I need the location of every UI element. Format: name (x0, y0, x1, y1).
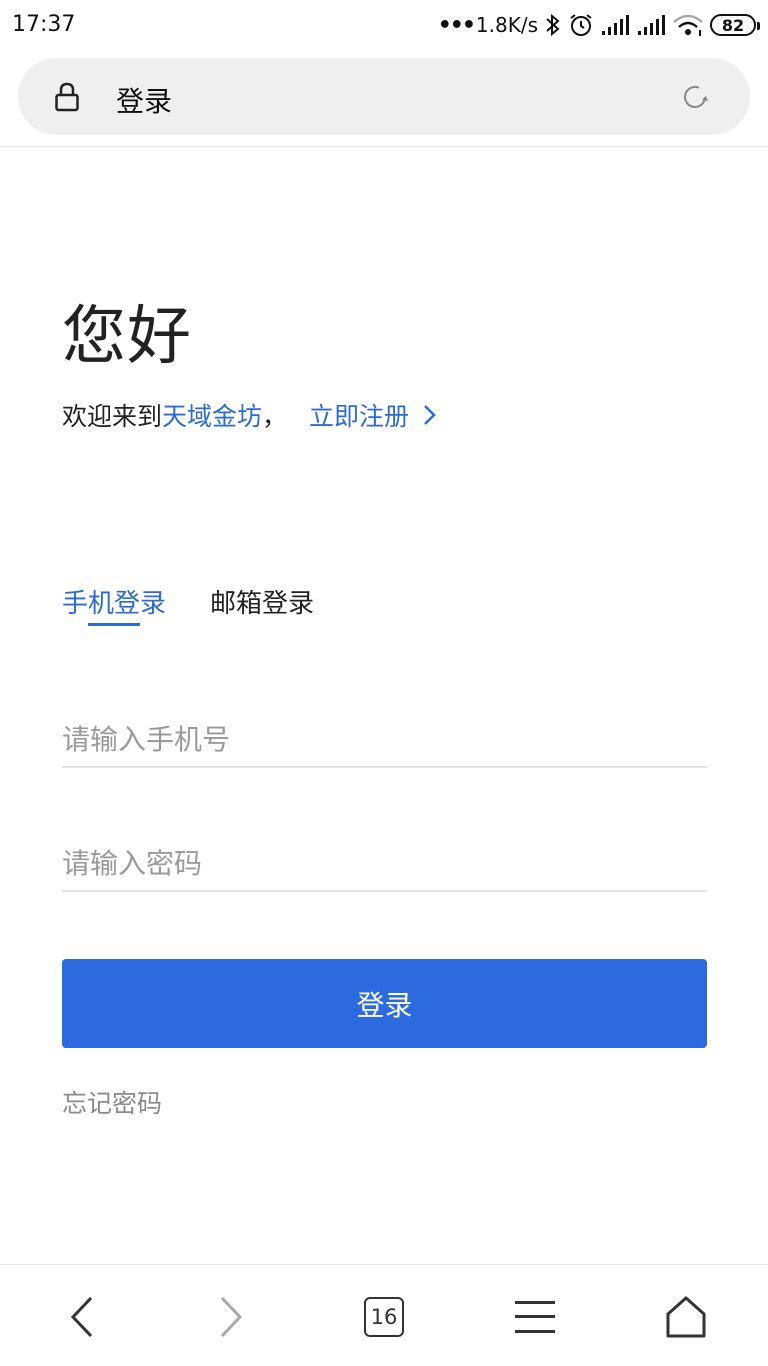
lock-icon (55, 82, 79, 112)
welcome-text: 欢迎来到 天域金坊 ， 立即注册 (62, 397, 439, 433)
status-time: 17:37 (12, 12, 76, 37)
status-bar: 17:37 ••• 1.8K/s 82 (0, 0, 768, 50)
tab-label: 邮箱登录 (210, 589, 315, 619)
welcome-prefix: 欢迎来到 (62, 402, 163, 431)
page-title: 您好 (62, 300, 192, 374)
battery-icon: 82 (710, 14, 760, 36)
network-speed-value: 1.8K/s (475, 13, 538, 37)
wifi-icon (673, 14, 703, 36)
signal-icon (638, 15, 665, 35)
home-icon (666, 1296, 706, 1338)
forgot-password-link[interactable]: 忘记密码 (62, 1084, 162, 1120)
more-dots-icon: ••• (437, 12, 476, 38)
tab-active-indicator (88, 623, 140, 626)
home-button[interactable] (658, 1289, 714, 1345)
alarm-icon (570, 14, 592, 36)
forward-button[interactable] (203, 1289, 259, 1345)
status-icons: ••• 1.8K/s 82 (438, 10, 760, 40)
back-icon (70, 1296, 93, 1338)
tab-phone-login[interactable]: 手机登录 (62, 583, 166, 627)
menu-button[interactable] (507, 1289, 563, 1345)
phone-field-container (62, 708, 707, 768)
signal-icon (602, 15, 629, 35)
login-button[interactable]: 登录 (62, 959, 707, 1048)
register-link[interactable]: 立即注册 (309, 397, 439, 433)
address-title: 登录 (116, 85, 173, 118)
register-link-label: 立即注册 (309, 402, 410, 431)
password-input[interactable] (62, 832, 707, 890)
phone-input[interactable] (62, 708, 707, 766)
password-field-container (62, 832, 707, 892)
tab-email-login[interactable]: 邮箱登录 (210, 583, 314, 627)
login-tabs: 手机登录 邮箱登录 (62, 583, 314, 627)
reload-icon[interactable] (680, 82, 710, 112)
address-bar[interactable]: 登录 (18, 58, 750, 135)
tabs-button[interactable]: 16 (356, 1289, 412, 1345)
chevron-right-icon (424, 405, 436, 425)
tabs-icon: 16 (364, 1297, 404, 1337)
welcome-comma: ， (262, 402, 288, 431)
network-speed: ••• 1.8K/s (438, 13, 538, 38)
divider (0, 146, 768, 147)
bluetooth-icon (546, 13, 560, 37)
brand-name[interactable]: 天域金坊 (162, 397, 262, 433)
bottom-nav: 16 (0, 1264, 768, 1366)
menu-icon (515, 1301, 555, 1333)
back-button[interactable] (54, 1289, 110, 1345)
tab-label: 手机登录 (62, 589, 167, 619)
forward-icon (220, 1296, 243, 1338)
